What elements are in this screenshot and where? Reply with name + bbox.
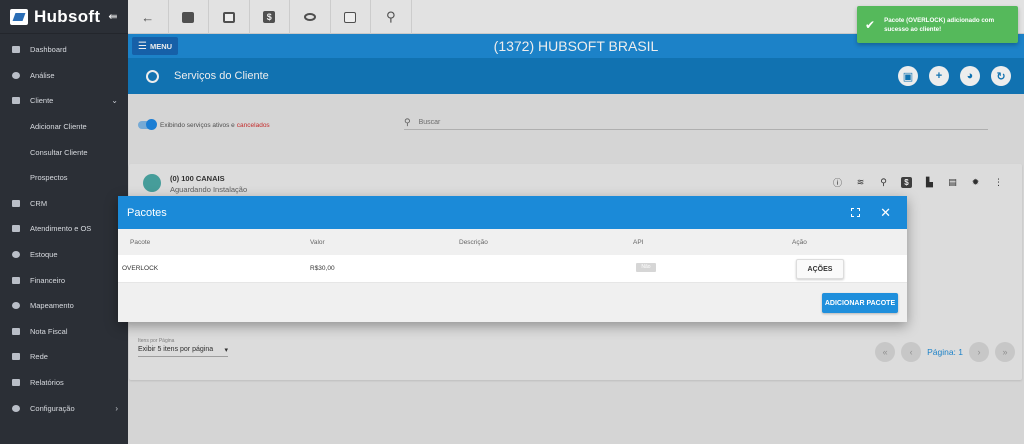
actions-label: AÇÕES [807, 265, 833, 273]
sidebar-item-label: Relatórios [30, 378, 64, 388]
package-name: OVERLOCK [122, 265, 159, 272]
sidebar-item-prospectos[interactable]: Prospectos [0, 165, 128, 191]
box-icon [12, 251, 20, 259]
sidebar-item-label: Configuração [30, 403, 75, 413]
sidebar: Hubsoft ⇚ Dashboard Análise Cliente ⌄ Adi… [0, 0, 128, 444]
money-icon [12, 276, 20, 284]
modal-header: Pacotes ✕ [118, 196, 907, 229]
sidebar-item-label: Nota Fiscal [30, 326, 68, 336]
sidebar-item-adicionar-cliente[interactable]: Adicionar Cliente [0, 114, 128, 140]
chart-pie-icon [12, 71, 20, 79]
sidebar-item-label: Cliente [30, 96, 54, 106]
sidebar-item-atendimento[interactable]: Atendimento e OS [0, 216, 128, 242]
table-header: Pacote Valor Descrição API Ação [118, 229, 907, 255]
success-toast[interactable]: ✔ Pacote (OVERLOCK) adicionado com suces… [857, 6, 1018, 43]
modal-footer: ADICIONAR PACOTE [118, 283, 907, 322]
fullscreen-icon[interactable] [851, 208, 861, 217]
sidebar-item-cliente[interactable]: Cliente ⌄ [0, 88, 128, 114]
add-package-label: ADICIONAR PACOTE [824, 299, 896, 307]
column-header: Valor [310, 238, 325, 246]
sidebar-item-label: Mapeamento [30, 301, 74, 311]
sidebar-item-crm[interactable]: CRM [0, 191, 128, 217]
gear-icon [12, 404, 20, 412]
close-icon[interactable]: ✕ [880, 205, 891, 221]
sidebar-item-label: Financeiro [30, 275, 66, 285]
sidebar-item-dashboard[interactable]: Dashboard [0, 37, 128, 63]
calendar-icon [12, 225, 20, 233]
chevron-down-icon: ⌄ [111, 96, 118, 106]
column-header: API [633, 238, 644, 246]
sidebar-item-configuracao[interactable]: Configuração › [0, 395, 128, 421]
report-icon [12, 379, 20, 387]
check-icon: ✔ [865, 17, 876, 32]
collapse-sidebar-icon[interactable]: ⇚ [108, 10, 117, 23]
table-row: OVERLOCK R$30,00 Não AÇÕES [118, 255, 907, 283]
sidebar-item-mapeamento[interactable]: Mapeamento [0, 293, 128, 319]
column-header: Ação [792, 238, 807, 246]
sidebar-item-rede[interactable]: Rede [0, 344, 128, 370]
client-icon [12, 97, 20, 105]
sidebar-item-label: Análise [30, 70, 55, 80]
sidebar-item-label: Atendimento e OS [30, 224, 92, 234]
api-badge: Não [636, 263, 656, 272]
logo-row: Hubsoft ⇚ [0, 0, 128, 34]
sidebar-item-nota-fiscal[interactable]: Nota Fiscal [0, 319, 128, 345]
sidebar-item-relatorios[interactable]: Relatórios [0, 370, 128, 396]
sidebar-item-financeiro[interactable]: Financeiro [0, 267, 128, 293]
sidebar-nav: Dashboard Análise Cliente ⌄ Adicionar Cli… [0, 34, 128, 421]
crm-icon [12, 199, 20, 207]
map-icon [12, 302, 20, 310]
sidebar-item-label: Adicionar Cliente [30, 122, 87, 132]
invoice-icon [12, 327, 20, 335]
toast-message: Pacote (OVERLOCK) adicionado com sucesso… [884, 16, 995, 33]
package-value: R$30,00 [310, 265, 335, 272]
modal-title: Pacotes [127, 206, 167, 219]
add-package-button[interactable]: ADICIONAR PACOTE [822, 293, 898, 313]
server-icon [12, 353, 20, 361]
packages-modal: Pacotes ✕ Pacote Valor Descrição API Açã… [118, 196, 907, 322]
actions-button[interactable]: AÇÕES [796, 259, 844, 279]
sidebar-item-label: Dashboard [30, 45, 67, 55]
column-header: Descrição [459, 238, 488, 246]
column-header: Pacote [130, 238, 151, 246]
sidebar-item-label: Rede [30, 352, 48, 362]
sidebar-item-consultar-cliente[interactable]: Consultar Cliente [0, 139, 128, 165]
hubsoft-logo-icon [10, 8, 28, 25]
sidebar-item-label: Estoque [30, 250, 58, 260]
sidebar-item-label: CRM [30, 198, 48, 208]
logo-text: Hubsoft [34, 6, 101, 26]
sidebar-item-analise[interactable]: Análise [0, 63, 128, 89]
sidebar-item-label: Prospectos [30, 173, 68, 183]
chevron-right-icon: › [115, 403, 118, 413]
sidebar-item-label: Consultar Cliente [30, 147, 88, 157]
dashboard-icon [12, 46, 20, 54]
sidebar-item-estoque[interactable]: Estoque [0, 242, 128, 268]
